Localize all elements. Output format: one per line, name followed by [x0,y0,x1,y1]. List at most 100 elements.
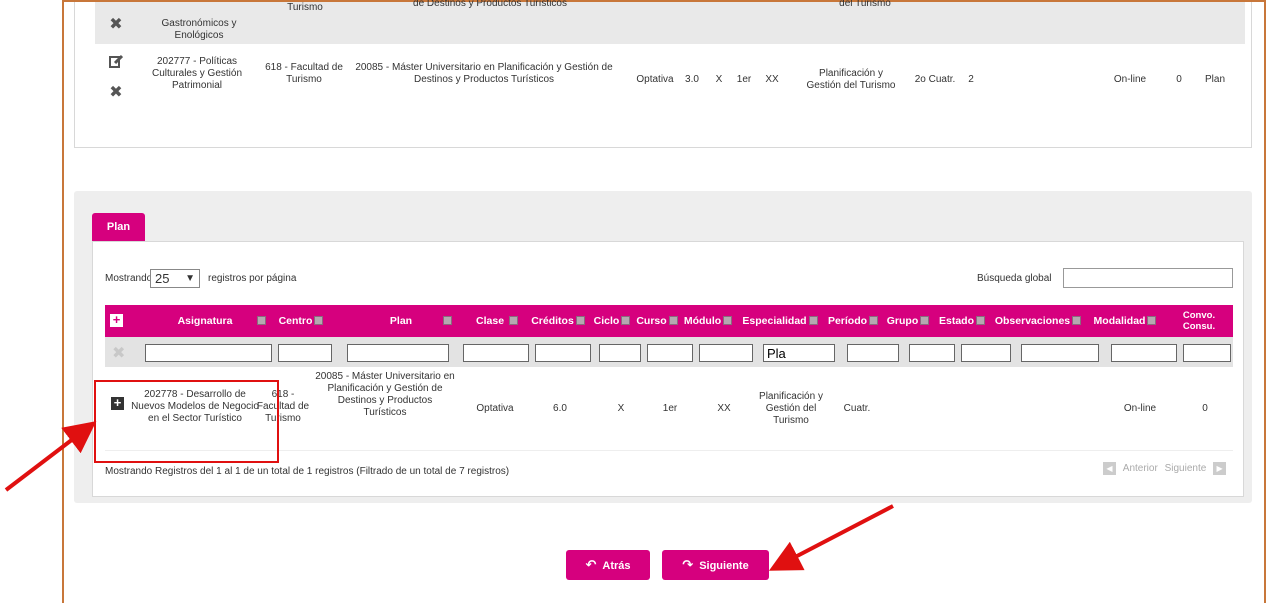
search-label: Búsqueda global [977,273,1052,284]
col-estado[interactable]: Estado [935,305,989,337]
table-header: + Asignatura Centro Plan Clase Créditos … [105,305,1233,337]
sort-icon [621,315,631,325]
col-creditos[interactable]: Créditos [527,305,589,337]
edit-icon[interactable] [109,54,123,68]
filter-periodo[interactable] [847,344,899,362]
sort-icon [314,315,324,325]
col-label: Grupo [886,315,919,327]
prev-arrow-icon[interactable]: ◀ [1103,462,1116,475]
next-page-link[interactable]: Siguiente [1165,463,1207,474]
tab-plan[interactable]: Plan [92,213,145,241]
creditos-cell: 6.0 [553,403,567,414]
page-length-select[interactable]: 25 ▼ [150,269,200,288]
col-modulo[interactable]: Módulo [681,305,735,337]
filter-convocatoria[interactable] [1183,344,1231,362]
sort-icon [808,315,818,325]
filter-centro[interactable] [278,344,332,362]
col-grupo[interactable]: Grupo [883,305,933,337]
filter-creditos[interactable] [535,344,591,362]
grupo-cell: 2 [968,74,974,85]
next-label: Siguiente [699,560,749,572]
modulo-cell: XX [717,403,731,414]
sort-icon [869,315,879,325]
table-row: ✖ 202777 - Políticas Culturales y Gestió… [95,44,1245,120]
assigned-subjects-panel: ✖ Gastronómicos y Enológicos Turismo de … [74,0,1252,148]
col-label: Observaciones [994,315,1071,327]
sort-icon[interactable] [439,305,453,337]
col-modalidad[interactable]: Modalidad [1087,305,1163,337]
filter-observaciones[interactable] [1021,344,1099,362]
col-ciclo[interactable]: Ciclo [591,305,633,337]
filter-especialidad[interactable] [763,344,835,362]
observaciones-cell: Plan [1204,74,1225,85]
sort-icon [920,315,930,325]
ciclo-cell: X [617,403,625,414]
col-label: Estado [938,315,974,327]
chevron-down-icon: ▼ [185,273,195,284]
especialidad-cell: Planificación y Gestión del Turismo [759,391,823,426]
delete-icon[interactable]: ✖ [109,85,123,101]
modulo-cell: XX [765,74,779,85]
plan-fragment: de Destinos y Productos Turísticos [413,0,567,9]
convocatoria-cell: 0 [1202,403,1208,414]
col-especialidad[interactable]: Especialidad [737,305,823,337]
sort-icon[interactable] [253,305,267,337]
col-periodo[interactable]: Período [825,305,881,337]
col-label: Período [827,315,868,327]
length-prefix: Mostrando [105,273,153,284]
curso-cell: 1er [736,74,752,85]
col-label: Curso [636,315,667,327]
redo-arrow-icon: ↷ [682,557,694,572]
table-row: ✖ Gastronómicos y Enológicos Turismo de … [95,0,1245,44]
search-input[interactable] [1063,268,1233,288]
filter-estado[interactable] [961,344,1011,362]
col-centro[interactable]: Centro [275,305,327,337]
back-button[interactable]: ↶ Atrás [566,550,650,580]
col-label: Créditos [531,315,574,327]
filter-plan[interactable] [347,344,449,362]
length-suffix: registros por página [208,273,297,284]
subject-name: 202777 - Políticas Culturales y Gestión … [151,56,243,91]
filter-curso[interactable] [647,344,693,362]
sort-icon [1072,315,1082,325]
col-label: Módulo [683,315,722,327]
prev-page-link[interactable]: Anterior [1123,463,1158,474]
centro-fragment: Turismo [287,2,323,10]
filter-modalidad[interactable] [1111,344,1177,362]
clase-cell: Optativa [476,403,514,414]
subject-name: Gastronómicos y Enológicos [161,18,237,41]
col-asignatura[interactable]: Asignatura [165,305,245,337]
col-clase[interactable]: Clase [469,305,525,337]
col-curso[interactable]: Curso [635,305,679,337]
col-label: Clase [476,315,505,327]
back-label: Atrás [602,560,631,572]
filter-clase[interactable] [463,344,529,362]
filter-row: ✖ [105,337,1233,367]
filter-grupo[interactable] [909,344,955,362]
col-observaciones[interactable]: Observaciones [991,305,1085,337]
creditos-cell: 3.0 [685,74,699,85]
table-info: Mostrando Registros del 1 al 1 de un tot… [105,466,510,477]
clear-filters-icon[interactable]: ✖ [112,343,125,363]
col-label: Ciclo [593,315,620,327]
col-label: Modalidad [1093,315,1146,327]
periodo-cell: Cuatr. [843,403,871,414]
filter-ciclo[interactable] [599,344,641,362]
filter-asignatura[interactable] [145,344,272,362]
sort-icon [976,315,985,325]
next-button[interactable]: ↷ Siguiente [662,550,769,580]
pagination: ◀ Anterior Siguiente ▶ [1103,462,1227,475]
sort-icon [723,315,733,325]
expand-all-icon[interactable]: + [110,313,123,327]
delete-icon[interactable]: ✖ [109,17,123,33]
next-arrow-icon[interactable]: ▶ [1213,462,1227,475]
col-convocatoria[interactable]: Convo. Consu. [1167,305,1231,337]
page-frame: ✖ Gastronómicos y Enológicos Turismo de … [62,0,1266,603]
sort-icon [508,315,518,325]
especialidad-cell: Planificación y Gestión del Turismo [806,68,896,91]
col-plan[interactable]: Plan [381,305,421,337]
periodo-cell: 2o Cuatr. [914,74,956,85]
filter-modulo[interactable] [699,344,753,362]
curso-cell: 1er [662,403,678,414]
sort-icon [1147,315,1157,325]
